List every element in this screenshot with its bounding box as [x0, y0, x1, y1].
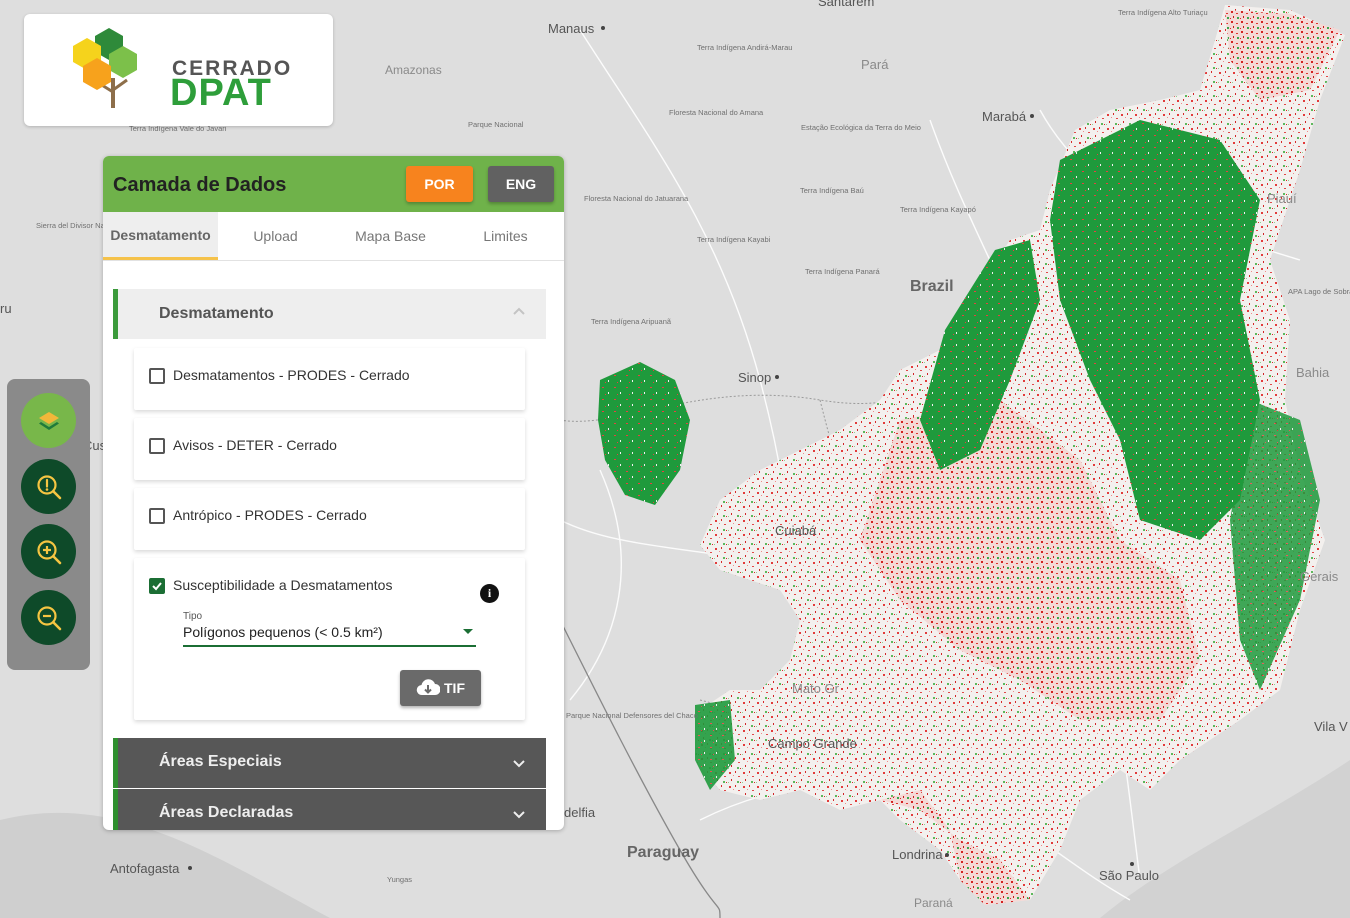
label-minas-gerais: Gerais [1300, 569, 1339, 584]
label-cuiaba: Cuiabá [775, 523, 817, 538]
chevron-down-icon [513, 811, 525, 819]
caret-down-icon [463, 629, 473, 634]
info-icon[interactable]: i [480, 584, 499, 603]
checkbox-susceptibilidade[interactable] [149, 578, 165, 594]
label-ti-andira-marau: Terra Indígena Andirá-Marau [697, 43, 792, 52]
label-bahia: Bahia [1296, 365, 1330, 380]
label-parque-nacional: Parque Nacional [468, 120, 524, 129]
label-piaui: Piauí [1267, 191, 1297, 206]
alert-search-icon [36, 474, 61, 499]
layer-label-susceptibilidade: Susceptibilidade a Desmatamentos [173, 577, 393, 593]
label-sao-paulo: São Paulo [1099, 868, 1159, 883]
tab-upload[interactable]: Upload [218, 212, 333, 260]
app-logo: CERRADO DPAT [24, 14, 333, 126]
layer-card-antropico: Antrópico - PRODES - Cerrado [134, 488, 525, 550]
download-tif-button[interactable]: TIF [400, 670, 481, 706]
panel-tabs: Desmatamento Upload Mapa Base Limites [103, 212, 564, 261]
label-vila-velha: Vila V [1314, 719, 1348, 734]
label-filadelfia: delfia [564, 805, 596, 820]
section-label: Desmatamento [159, 305, 274, 322]
section-desmatamento-header[interactable]: Desmatamento [113, 289, 546, 339]
tab-limites[interactable]: Limites [448, 212, 563, 260]
zoom-in-icon [36, 539, 61, 564]
checkbox-prodes[interactable] [149, 368, 165, 384]
select-tipo[interactable]: Polígonos pequenos (< 0.5 km²) [183, 624, 476, 647]
section-label: Áreas Especiais [159, 753, 282, 770]
section-areas-especiais-header[interactable]: Áreas Especiais [113, 738, 546, 788]
label-parana: Paraná [914, 896, 953, 910]
zoom-out-button[interactable] [21, 590, 76, 645]
checkbox-deter[interactable] [149, 438, 165, 454]
checkmark-icon [152, 582, 162, 591]
label-manaus: Manaus [548, 21, 595, 36]
panel-title: Camada de Dados [113, 174, 287, 196]
select-tipo-label: Tipo [183, 611, 203, 622]
label-santarem: Santarém [818, 0, 874, 9]
label-amazonas: Amazonas [385, 63, 442, 77]
checkbox-antropico[interactable] [149, 508, 165, 524]
label-ti-aripuana: Terra Indígena Aripuanã [591, 317, 672, 326]
label-ti-kayapo: Terra Indígena Kayapó [900, 205, 976, 214]
label-brazil: Brazil [910, 278, 954, 295]
layer-card-deter: Avisos - DETER - Cerrado [134, 418, 525, 480]
map-toolbar [7, 379, 90, 670]
layer-label-antropico: Antrópico - PRODES - Cerrado [173, 507, 367, 523]
tab-desmatamento[interactable]: Desmatamento [103, 212, 218, 260]
layer-card-prodes: Desmatamentos - PRODES - Cerrado [134, 348, 525, 410]
data-layers-panel: Camada de Dados POR ENG Desmatamento Upl… [103, 156, 564, 830]
tab-mapa-base[interactable]: Mapa Base [333, 212, 448, 260]
label-para: Pará [861, 57, 889, 72]
layer-label-prodes: Desmatamentos - PRODES - Cerrado [173, 367, 410, 383]
layer-label-deter: Avisos - DETER - Cerrado [173, 437, 337, 453]
label-paraguay: Paraguay [627, 844, 699, 861]
label-ti-kayabi: Terra Indígena Kayabi [697, 235, 771, 244]
label-pn-defensores-chaco: Parque Nacional Defensores del Chaco [566, 711, 698, 720]
label-antofagasta: Antofagasta [110, 861, 180, 876]
label-mato-grosso: Mato Gr [792, 681, 840, 696]
label-maraba: Marabá [982, 109, 1027, 124]
label-sinop: Sinop [738, 370, 771, 385]
label-floresta-amana: Floresta Nacional do Amana [669, 108, 764, 117]
label-campo-grande: Campo Grande [768, 736, 857, 751]
zoom-out-icon [36, 605, 61, 630]
label-estacao-terra-do-meio: Estação Ecológica da Terra do Meio [801, 123, 921, 132]
label-peru: ru [0, 301, 12, 316]
chevron-up-icon [513, 307, 525, 315]
label-ti-bau: Terra Indígena Baú [800, 186, 864, 195]
logo-text-dpat: DPAT [170, 72, 272, 114]
section-label: Áreas Declaradas [159, 804, 294, 821]
zoom-in-button[interactable] [21, 524, 76, 579]
panel-header: Camada de Dados POR ENG [103, 156, 564, 212]
cloud-download-icon [416, 679, 440, 696]
label-ti-panara: Terra Indígena Panará [805, 267, 880, 276]
section-areas-declaradas-header[interactable]: Áreas Declaradas [113, 789, 546, 830]
language-por-button[interactable]: POR [406, 166, 473, 202]
label-ti-alto-turiacu: Terra Indígena Alto Turiaçu [1118, 8, 1208, 17]
layers-button[interactable] [21, 393, 76, 448]
layer-card-susceptibilidade: Susceptibilidade a Desmatamentos i Tipo … [134, 558, 525, 720]
select-tipo-value: Polígonos pequenos (< 0.5 km²) [183, 624, 383, 640]
logo-hexagon-tree-icon [73, 28, 137, 108]
alert-search-button[interactable] [21, 459, 76, 514]
label-londrina: Londrina [892, 847, 943, 862]
label-yungas: Yungas [387, 875, 412, 884]
label-apa-sobradinho: APA Lago de Sobra [1288, 287, 1350, 296]
download-tif-label: TIF [444, 680, 465, 696]
chevron-down-icon [513, 760, 525, 768]
language-eng-button[interactable]: ENG [488, 166, 554, 202]
label-floresta-jatuarana: Floresta Nacional do Jatuarana [584, 194, 689, 203]
layers-icon [38, 411, 59, 430]
